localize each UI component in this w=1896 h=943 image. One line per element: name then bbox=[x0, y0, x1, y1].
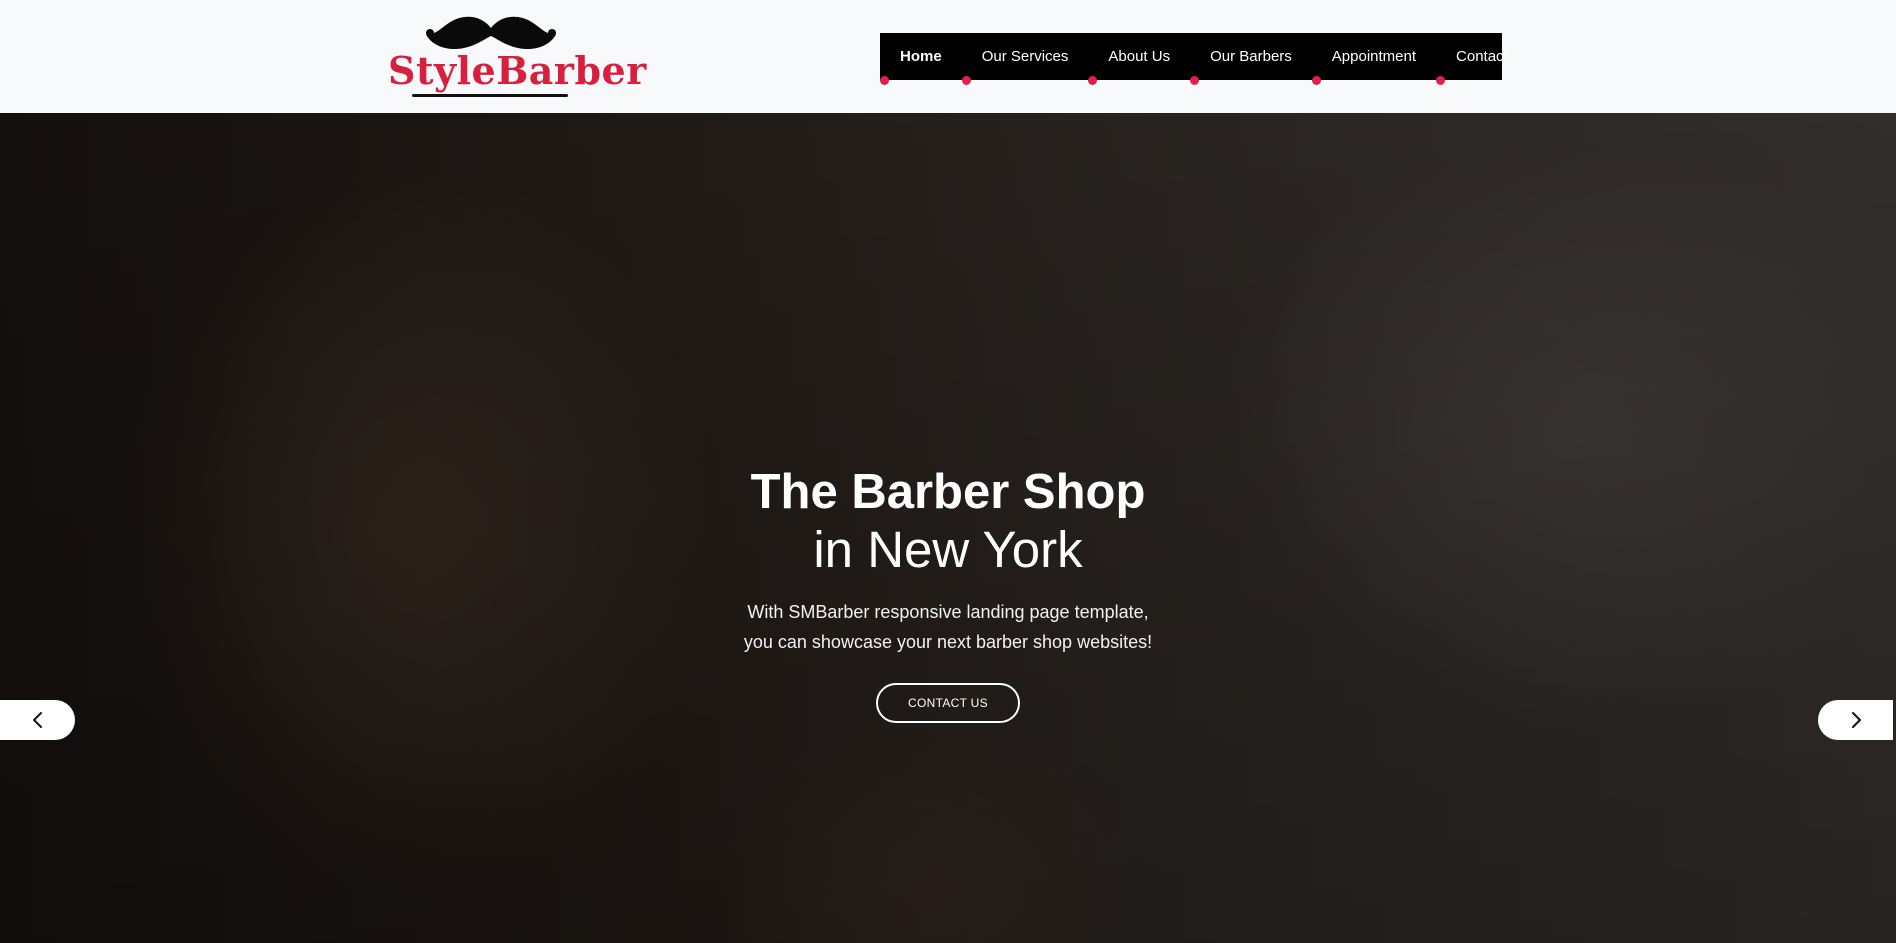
nav-item-home[interactable]: Home bbox=[880, 33, 962, 85]
nav-dot bbox=[1311, 76, 1321, 85]
hero-title: The Barber Shop bbox=[750, 465, 1146, 519]
chevron-right-icon bbox=[1851, 712, 1861, 728]
nav-dot bbox=[1088, 76, 1098, 85]
logo-text: StyleBarber bbox=[388, 48, 647, 93]
hero-description: With SMBarber responsive landing page te… bbox=[0, 597, 1896, 657]
contact-us-button[interactable]: CONTACT US bbox=[876, 683, 1020, 723]
nav-item-label: Contact bbox=[1456, 48, 1508, 65]
nav-dot bbox=[880, 76, 889, 85]
slider-prev-button[interactable] bbox=[0, 700, 75, 740]
nav-item-our-barbers[interactable]: Our Barbers bbox=[1190, 33, 1312, 85]
nav-item-appointment[interactable]: Appointment bbox=[1311, 33, 1436, 85]
nav-item-our-services[interactable]: Our Services bbox=[961, 33, 1089, 85]
site-logo[interactable]: StyleBarber bbox=[388, 14, 647, 98]
nav-item-about-us[interactable]: About Us bbox=[1088, 33, 1190, 85]
nav-item-label: Our Services bbox=[981, 48, 1069, 65]
site-header: StyleBarber Home Our Services About Us O… bbox=[0, 0, 1896, 113]
hero-slider: The Barber Shop in New York With SMBarbe… bbox=[0, 113, 1896, 943]
nav-item-label: About Us bbox=[1108, 48, 1171, 65]
hero-desc-line-1: With SMBarber responsive landing page te… bbox=[747, 602, 1149, 622]
hero-content: The Barber Shop in New York With SMBarbe… bbox=[0, 463, 1896, 723]
nav-dot bbox=[1190, 76, 1200, 85]
nav-item-label: Our Barbers bbox=[1210, 48, 1292, 65]
chevron-left-icon bbox=[32, 712, 42, 728]
nav-item-label: Appointment bbox=[1331, 48, 1417, 65]
nav-item-contact[interactable]: Contact bbox=[1436, 33, 1528, 85]
hero-subtitle: in New York bbox=[813, 521, 1083, 578]
nav-dot bbox=[961, 76, 971, 85]
main-nav: Home Our Services About Us Our Barbers A… bbox=[880, 33, 1508, 85]
nav-item-label: Home bbox=[900, 48, 942, 65]
nav-dot bbox=[1436, 76, 1446, 85]
hero-desc-line-2: you can showcase your next barber shop w… bbox=[743, 632, 1153, 652]
logo-underline bbox=[412, 94, 568, 97]
slider-next-button[interactable] bbox=[1818, 700, 1893, 740]
